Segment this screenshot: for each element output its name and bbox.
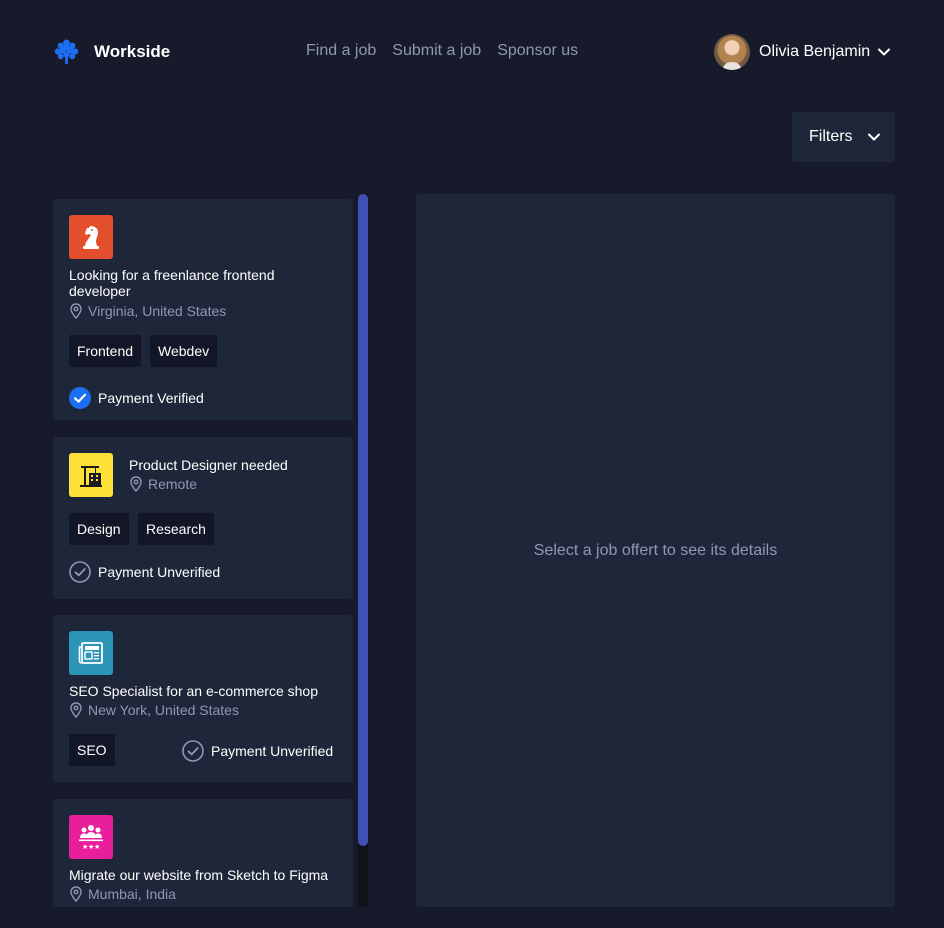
payment-status: Payment Unverified (69, 561, 220, 583)
payment-status-text: Payment Verified (98, 390, 204, 406)
unverified-check-icon (182, 740, 204, 762)
nav-sponsor-us[interactable]: Sponsor us (497, 42, 578, 60)
nav-find-a-job[interactable]: Find a job (306, 42, 376, 60)
job-location: Remote (129, 476, 197, 492)
location-pin-icon (70, 702, 82, 718)
company-logo (69, 215, 113, 259)
payment-status-text: Payment Unverified (98, 564, 221, 580)
job-tag[interactable]: SEO (69, 734, 115, 766)
job-detail-panel: Select a job offert to see its details (416, 194, 895, 907)
job-tag[interactable]: Research (138, 513, 214, 545)
job-location: Virginia, United States (69, 303, 226, 319)
job-location: New York, United States (69, 702, 239, 718)
company-logo: ★ ★ ★ (69, 815, 113, 859)
avatar (714, 34, 750, 70)
scrollbar-thumb[interactable] (358, 194, 368, 846)
filters-button[interactable]: Filters (792, 112, 895, 162)
job-list: Looking for a freenlance frontend develo… (53, 194, 353, 907)
tree-icon (54, 39, 79, 65)
filters-label: Filters (809, 128, 853, 145)
detail-placeholder: Select a job offert to see its details (533, 541, 778, 559)
job-card[interactable]: Looking for a freenlance frontend develo… (53, 199, 353, 420)
location-pin-icon (130, 476, 142, 492)
job-title: Migrate our website from Sketch to Figma (69, 867, 329, 883)
unverified-check-icon (69, 561, 91, 583)
job-tag[interactable]: Design (69, 513, 129, 545)
job-card[interactable]: SEO Specialist for an e-commerce shop Ne… (53, 615, 353, 782)
user-name: Olivia Benjamin (759, 43, 871, 60)
job-title: SEO Specialist for an e-commerce shop (69, 683, 318, 699)
location-pin-icon (70, 303, 82, 319)
crane-building-icon (80, 466, 102, 487)
payment-status: Payment Verified (69, 387, 204, 409)
job-tag[interactable]: Frontend (69, 335, 142, 367)
location-pin-icon (70, 886, 82, 902)
job-location: Mumbai, India (69, 886, 176, 902)
user-menu[interactable]: Olivia Benjamin (714, 34, 891, 70)
job-location-text: Virginia, United States (88, 303, 227, 319)
chess-knight-icon (83, 226, 99, 249)
svg-text:★: ★ (94, 843, 100, 850)
chevron-down-icon (867, 133, 880, 141)
job-card[interactable]: ★ ★ ★ Migrate our website from Sketch to… (53, 799, 353, 907)
company-logo (69, 631, 113, 675)
payment-status-text: Payment Unverified (211, 743, 334, 759)
top-header: Workside Find a job Submit a job Sponsor… (0, 0, 944, 100)
job-location-text: New York, United States (88, 702, 239, 718)
job-tag[interactable]: Webdev (150, 335, 218, 367)
brand-name: Workside (94, 41, 171, 61)
job-location-text: Remote (148, 476, 198, 492)
job-title: Looking for a freenlance frontend develo… (69, 267, 275, 299)
newspaper-press-icon (78, 642, 103, 664)
company-logo (69, 453, 113, 497)
payment-status: Payment Unverified (182, 740, 333, 762)
job-title: Product Designer needed (129, 457, 288, 473)
chevron-down-icon (878, 48, 891, 56)
job-location-text: Mumbai, India (88, 886, 176, 902)
brand-logo[interactable]: Workside (53, 38, 170, 65)
verified-check-icon (69, 387, 91, 409)
main-nav: Find a job Submit a job Sponsor us (306, 42, 578, 60)
nav-submit-a-job[interactable]: Submit a job (392, 42, 481, 60)
team-stars-icon: ★ ★ ★ (79, 825, 103, 850)
job-card[interactable]: Product Designer needed Remote Design Re… (53, 437, 353, 599)
